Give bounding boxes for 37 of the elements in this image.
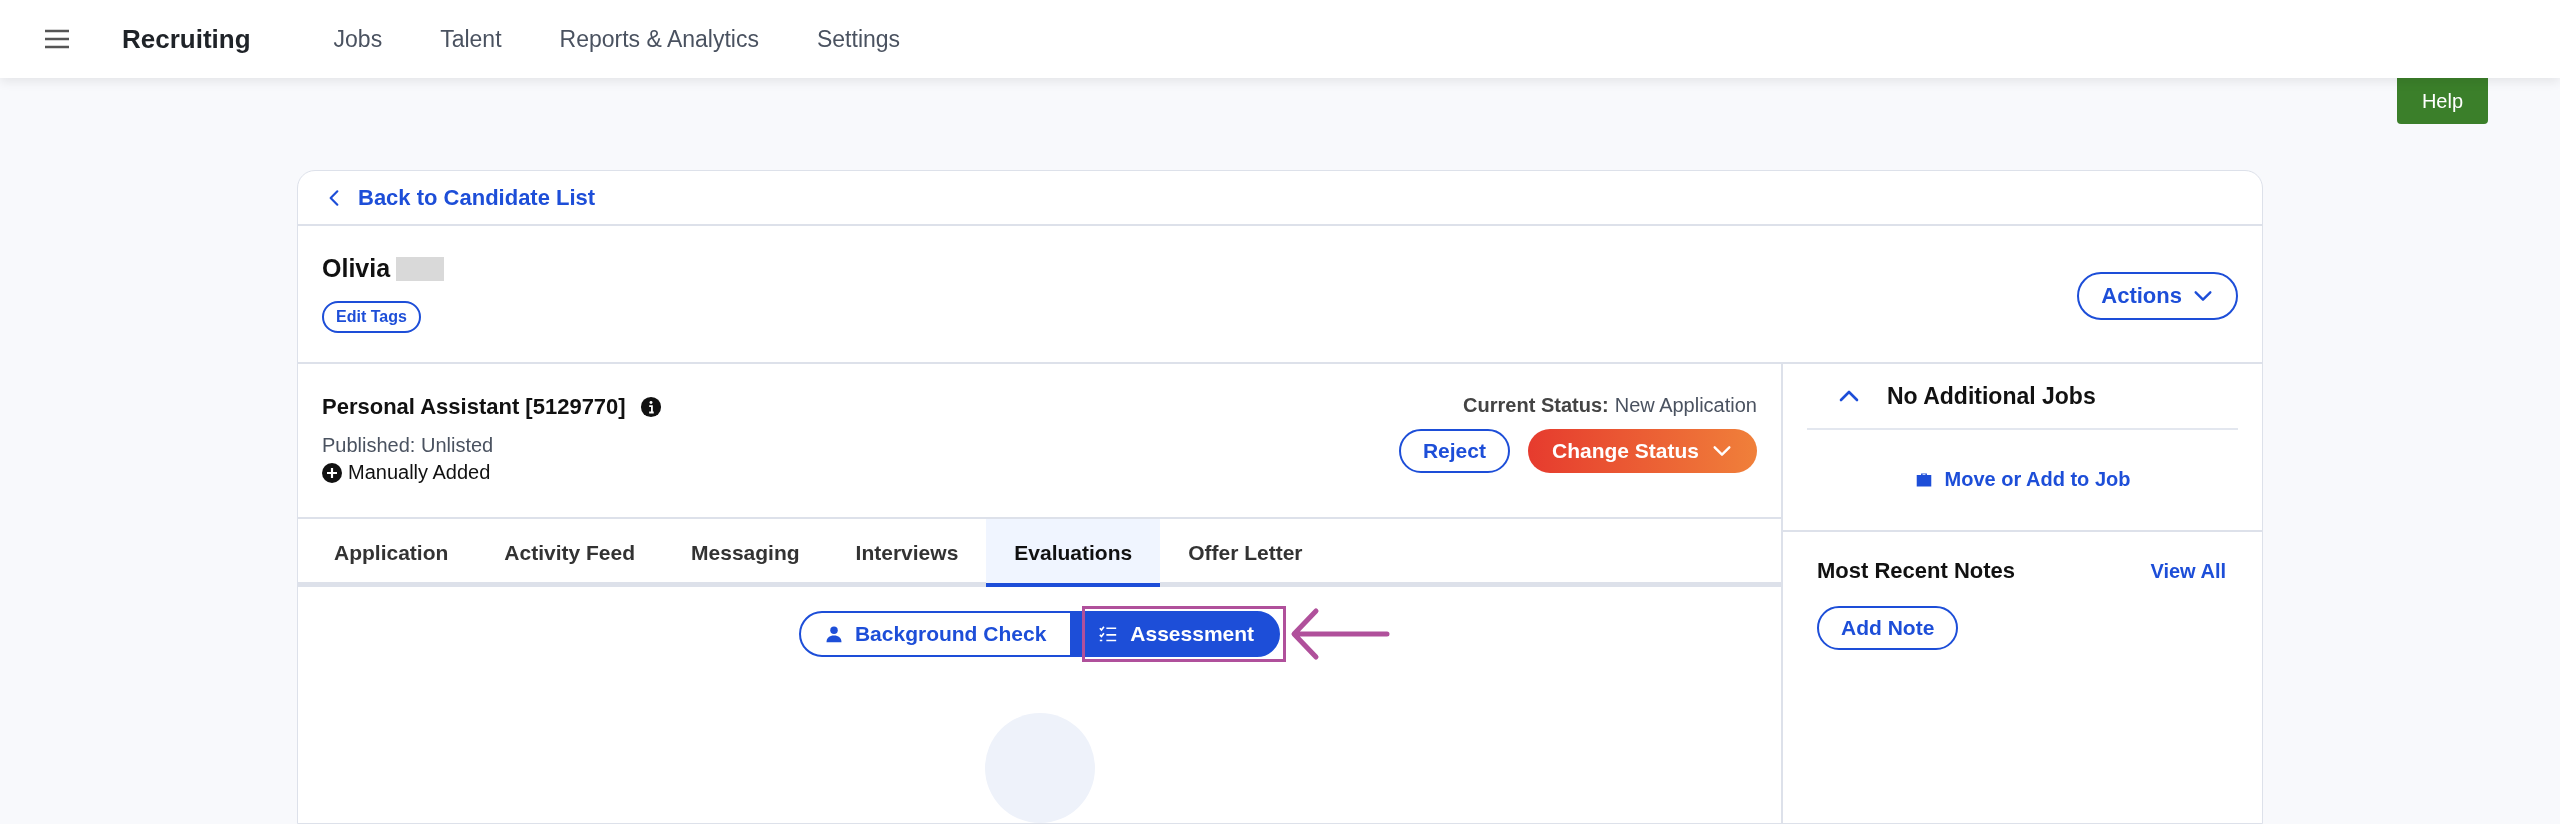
nav-link[interactable]: Talent xyxy=(440,25,502,53)
tab[interactable]: Application xyxy=(306,519,477,587)
candidate-name: Olivia xyxy=(322,254,391,284)
status-value: New Application xyxy=(1614,394,1757,417)
help-button[interactable]: Help xyxy=(2397,78,2488,124)
tab[interactable]: Offer Letter xyxy=(1160,519,1331,587)
tab[interactable]: Evaluations xyxy=(986,519,1161,587)
back-link[interactable]: Back to Candidate List xyxy=(324,184,596,211)
tab[interactable]: Interviews xyxy=(827,519,987,587)
tab[interactable]: Activity Feed xyxy=(476,519,664,587)
nav-link[interactable]: Settings xyxy=(816,25,901,53)
view-all-link[interactable]: View All xyxy=(2150,559,2226,583)
menu-icon[interactable] xyxy=(44,29,70,49)
info-icon[interactable] xyxy=(639,396,662,418)
status-label: Current Status: xyxy=(1463,394,1609,417)
person-icon xyxy=(824,625,843,643)
change-status-button[interactable]: Change Status xyxy=(1527,429,1757,473)
nav-link[interactable]: Jobs xyxy=(333,25,383,53)
move-job-link[interactable]: Move or Add to Job xyxy=(1914,468,2131,491)
edit-tags-button[interactable]: Edit Tags xyxy=(322,301,421,334)
nav-link[interactable]: Reports & Analytics xyxy=(559,25,759,53)
actions-button[interactable]: Actions xyxy=(2077,272,2238,321)
evaluation-toggle[interactable]: Background Check xyxy=(798,611,1073,657)
evaluation-toggle[interactable]: Assessment xyxy=(1072,611,1281,657)
jobs-header: No Additional Jobs xyxy=(1887,382,2096,410)
notes-title: Most Recent Notes xyxy=(1817,558,2016,584)
add-note-button[interactable]: Add Note xyxy=(1817,606,1959,650)
redacted-block xyxy=(396,256,445,281)
source-label: Manually Added xyxy=(348,461,491,484)
published-status: Published: Unlisted xyxy=(322,434,495,457)
tab[interactable]: Messaging xyxy=(663,519,828,587)
reject-button[interactable]: Reject xyxy=(1398,429,1510,473)
plus-circle-icon xyxy=(322,462,342,483)
app-title: Recruiting xyxy=(122,23,251,55)
checklist-icon xyxy=(1098,625,1119,643)
job-title: Personal Assistant [5129770] xyxy=(322,394,626,420)
briefcase-icon xyxy=(1914,471,1933,488)
